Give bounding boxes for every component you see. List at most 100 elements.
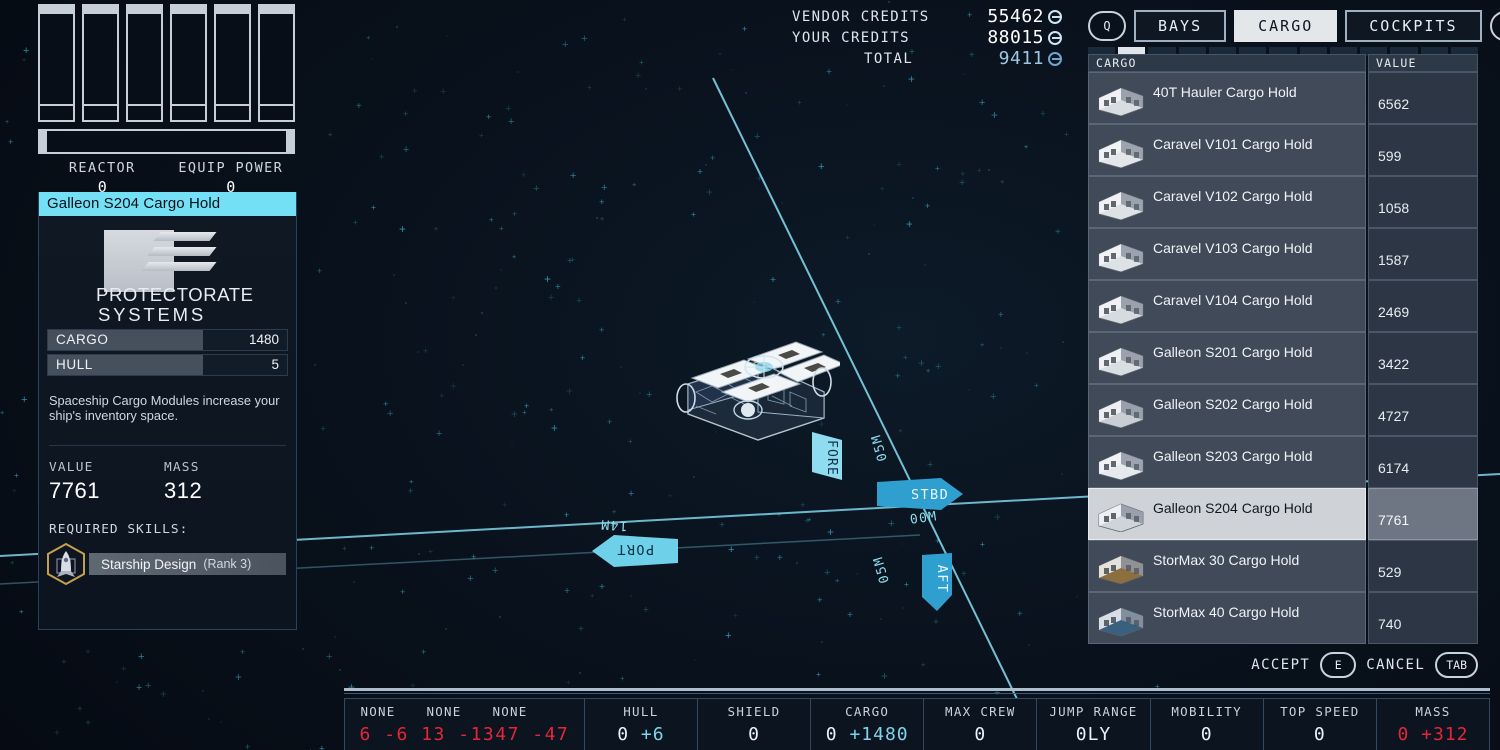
list-item-value-cell: 4727	[1368, 384, 1478, 436]
column-header-value: VALUE	[1368, 54, 1478, 72]
list-item-value: 4727	[1378, 408, 1409, 424]
list-item-name-cell[interactable]: StorMax 40 Cargo Hold	[1088, 592, 1366, 644]
power-allocation-widget[interactable]: REACTOR 0 EQUIP POWER 0	[38, 4, 295, 196]
category-tab-bar[interactable]: Q BAYSCARGOCOCKPITS T	[1088, 10, 1500, 42]
ship-stat: CARGO0 +1480	[811, 699, 924, 750]
module-stat-list: CARGO1480HULL5	[39, 329, 296, 376]
stat-value: 0 +1480	[826, 724, 909, 745]
stat-base-value: 0	[617, 724, 629, 745]
cancel-key[interactable]: TAB	[1435, 652, 1478, 678]
column-header-name: CARGO	[1088, 54, 1366, 72]
ship-stat: MASS0 +312	[1377, 699, 1490, 750]
stat-base-value: 0	[826, 724, 838, 745]
ship-stat: SHIELD0	[698, 699, 811, 750]
stat-label: MAX CREW	[945, 704, 1016, 719]
list-item[interactable]: Caravel V103 Cargo Hold1587	[1088, 228, 1478, 280]
power-pipe[interactable]	[82, 4, 119, 122]
list-item-value-cell: 6562	[1368, 72, 1478, 124]
stat-value: 0 +312	[1397, 724, 1468, 745]
stat-base-value: 0	[1314, 724, 1326, 745]
list-item[interactable]: Caravel V101 Cargo Hold599	[1088, 124, 1478, 176]
tab-list[interactable]: BAYSCARGOCOCKPITS	[1134, 10, 1482, 42]
mass-label: MASS	[164, 460, 279, 475]
list-item-name-cell[interactable]: Caravel V103 Cargo Hold	[1088, 228, 1366, 280]
list-item-name-cell[interactable]: Galleon S202 Cargo Hold	[1088, 384, 1366, 436]
module-thumbnail-icon	[1095, 288, 1147, 324]
list-item-name-cell[interactable]: StorMax 30 Cargo Hold	[1088, 540, 1366, 592]
list-item-label: Caravel V102 Cargo Hold	[1153, 188, 1313, 204]
marker-aft: AFT	[920, 553, 958, 616]
list-item[interactable]: Caravel V104 Cargo Hold 2469	[1088, 280, 1478, 332]
module-thumbnail-icon	[1095, 444, 1147, 480]
prev-tab-key[interactable]: Q	[1088, 11, 1126, 41]
list-item[interactable]: StorMax 30 Cargo Hold529	[1088, 540, 1478, 592]
manufacturer-name-line1: PROTECTORATE	[96, 284, 254, 306]
stat-delta-value: +312	[1421, 724, 1468, 745]
reactor-label: REACTOR	[38, 160, 167, 176]
total-value: 9411	[999, 48, 1044, 69]
list-item-value: 6562	[1378, 96, 1409, 112]
list-item-value-cell: 3422	[1368, 332, 1478, 384]
list-item-name-cell[interactable]: Caravel V104 Cargo Hold	[1088, 280, 1366, 332]
list-column-headers: CARGO VALUE	[1088, 54, 1478, 72]
list-item-name-cell[interactable]: Galleon S201 Cargo Hold	[1088, 332, 1366, 384]
list-item-name-cell[interactable]: Caravel V101 Cargo Hold	[1088, 124, 1366, 176]
stat-value: 0LY	[1076, 724, 1112, 745]
list-item-value: 2469	[1378, 304, 1409, 320]
list-item[interactable]: StorMax 40 Cargo Hold740	[1088, 592, 1478, 644]
list-item-label: Caravel V101 Cargo Hold	[1153, 136, 1313, 152]
marker-fore: FORE	[810, 430, 844, 485]
your-credits-label: YOUR CREDITS	[792, 30, 910, 46]
your-credits-row: YOUR CREDITS 88015	[792, 27, 1062, 48]
stat-label: SHIELD	[728, 704, 781, 719]
list-item[interactable]: Galleon S202 Cargo Hold 4727	[1088, 384, 1478, 436]
power-pipe-group[interactable]	[38, 4, 295, 122]
list-item[interactable]: 40T Hauler Cargo Hold 6562	[1088, 72, 1478, 124]
list-item-value-cell: 7761	[1368, 488, 1478, 540]
stat-value: 0 +6	[617, 724, 664, 745]
module-thumbnail-icon	[1095, 548, 1147, 584]
skill-name-pill: Starship Design (Rank 3)	[89, 553, 286, 575]
stat-label: MOBILITY	[1171, 704, 1242, 719]
tab-bays[interactable]: BAYS	[1134, 10, 1226, 42]
column-header-name-text: CARGO	[1096, 56, 1137, 70]
module-stat-name: CARGO	[48, 330, 203, 350]
list-item[interactable]: Galleon S201 Cargo Hold3422	[1088, 332, 1478, 384]
logo-slash-icon	[147, 247, 216, 256]
power-pipe[interactable]	[170, 4, 207, 122]
skill-rank: (Rank 3)	[203, 557, 251, 571]
stat-label: HULL	[623, 704, 658, 719]
list-item-name-cell[interactable]: Galleon S203 Cargo Hold	[1088, 436, 1366, 488]
list-item-name-cell[interactable]: Caravel V102 Cargo Hold	[1088, 176, 1366, 228]
weapon-stat-values: 6 -6 13 -1347 -47	[345, 724, 584, 745]
accept-key[interactable]: E	[1320, 652, 1356, 678]
ship-stat: HULL 0 +6	[585, 699, 698, 750]
power-pipe[interactable]	[38, 4, 75, 122]
list-item-value: 1058	[1378, 200, 1409, 216]
stat-value: 0	[1201, 724, 1213, 745]
action-prompts[interactable]: ACCEPT E CANCEL TAB	[1251, 652, 1478, 678]
module-thumbnail	[1095, 444, 1147, 480]
list-item[interactable]: Galleon S203 Cargo Hold6174	[1088, 436, 1478, 488]
module-thumbnail-icon	[1095, 236, 1147, 272]
list-item-name-cell[interactable]: 40T Hauler Cargo Hold	[1088, 72, 1366, 124]
tab-cockpits[interactable]: COCKPITS	[1345, 10, 1481, 42]
module-stat-value: 1480	[203, 330, 287, 350]
stat-label: JUMP RANGE	[1049, 704, 1137, 719]
power-pipe[interactable]	[214, 4, 251, 122]
module-thumbnail	[1095, 132, 1147, 168]
power-pipe[interactable]	[258, 4, 295, 122]
module-value-block: VALUE 7761	[49, 460, 164, 504]
power-pipe[interactable]	[126, 4, 163, 122]
cargo-module-list[interactable]: 40T Hauler Cargo Hold 6562 Caravel V101 Ca…	[1088, 72, 1478, 644]
tab-cargo[interactable]: CARGO	[1234, 10, 1337, 42]
list-item-value-cell: 740	[1368, 592, 1478, 644]
module-thumbnail	[1095, 600, 1147, 636]
list-item[interactable]: Galleon S204 Cargo Hold7761	[1088, 488, 1478, 540]
next-tab-key[interactable]: T	[1490, 11, 1500, 41]
weapon-stat-group: NONENONENONE6 -6 13 -1347 -47	[345, 699, 585, 750]
list-item-name-cell[interactable]: Galleon S204 Cargo Hold	[1088, 488, 1366, 540]
stat-value: 0	[1314, 724, 1326, 745]
list-item[interactable]: Caravel V102 Cargo Hold 1058	[1088, 176, 1478, 228]
ship-stat: MOBILITY 0	[1151, 699, 1264, 750]
